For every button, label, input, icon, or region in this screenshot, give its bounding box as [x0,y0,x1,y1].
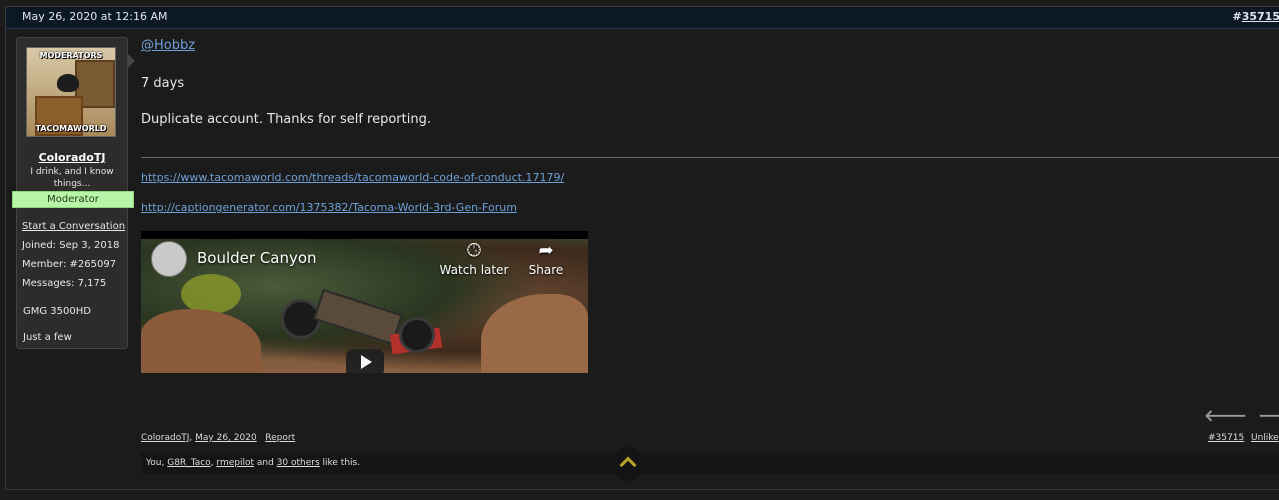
report-link[interactable]: Report [265,433,295,443]
moderator-banner: Moderator [12,191,134,208]
post-number-prefix: # [1232,10,1242,23]
vehicle-field: GMG 3500HD [23,306,91,317]
user-title: I drink, and I know things... [30,167,114,189]
watch-later-button[interactable]: 🕓︎ Watch later [439,239,509,277]
likes-summary: You, G8R_Taco, rmepilot and 30 others li… [141,453,1279,474]
unlike-link[interactable]: Unlike [1251,433,1279,443]
username-link[interactable]: ColoradoTJ [17,151,127,164]
avatar[interactable]: MODERATORS TACOMAWORLD [26,47,116,137]
share-button[interactable]: ➦ Share [511,239,581,277]
video-scene-rock [481,294,588,373]
share-arrow-icon: ➦ [538,240,554,261]
member-stat: Member: #265097 [22,259,117,270]
play-button[interactable] [346,349,384,373]
caption-generator-link[interactable]: http://captiongenerator.com/1375382/Taco… [141,201,517,214]
avatar-cat [57,74,79,92]
message-line: 7 days [141,76,185,91]
video-embed[interactable]: Boulder Canyon 🕓︎ Watch later ➦ Share [141,231,588,373]
liker-link[interactable]: G8R_Taco [167,458,210,468]
share-label: Share [528,263,564,277]
avatar-caption-bottom: TACOMAWORLD [35,124,107,133]
joined-stat: Joined: Sep 3, 2018 [22,240,120,251]
likes-prefix: You, [146,458,168,468]
post-date-link[interactable]: May 26, 2020 [195,433,257,443]
messages-stat: Messages: 7,175 [22,278,107,289]
footer-unlike: Unlike [1251,433,1279,443]
arrow-right-icon[interactable]: 🡒 [1258,405,1279,425]
permalink-link[interactable]: #35715 [1208,433,1244,443]
footer-separator: , [189,433,193,443]
signature-divider [141,157,1279,158]
post-date: May 26, 2020 at 12:16 AM [22,10,168,23]
others-link[interactable]: 30 others [277,458,320,468]
location-field: Just a few [23,332,72,343]
video-scene-rock [141,309,261,373]
footer-permalink: #35715 [1208,433,1244,443]
message-line: Duplicate account. Thanks for self repor… [141,112,431,127]
clock-icon: 🕓︎ [466,240,482,261]
user-mention-link[interactable]: @Hobbz [141,38,195,53]
code-of-conduct-link[interactable]: https://www.tacomaworld.com/threads/taco… [141,171,564,184]
message-footer: ColoradoTJ, May 26, 2020 Report [141,433,295,443]
post-number-value: 35715 [1241,10,1279,23]
video-scene-tire [399,317,435,353]
post-number-link[interactable]: #35715 [1233,10,1279,23]
scroll-to-top-button[interactable] [611,447,645,481]
video-title[interactable]: Boulder Canyon [197,249,317,267]
channel-avatar-icon[interactable] [151,241,187,277]
arrow-left-icon[interactable]: 🡐 [1204,405,1247,425]
likes-and: and [254,458,277,468]
liker-link[interactable]: rmepilot [216,458,254,468]
start-conversation-link[interactable]: Start a Conversation [22,221,125,232]
video-scene-bush [181,274,241,314]
avatar-caption-top: MODERATORS [39,51,103,60]
post-header: May 26, 2020 at 12:16 AM #35715 [6,7,1279,29]
author-link[interactable]: ColoradoTJ [141,433,189,443]
watch-later-label: Watch later [439,263,509,277]
user-info-panel: MODERATORS TACOMAWORLD ColoradoTJ I drin… [12,37,135,349]
post-container: May 26, 2020 at 12:16 AM #35715 MODERATO… [5,6,1279,490]
likes-suffix: like this. [319,458,361,468]
